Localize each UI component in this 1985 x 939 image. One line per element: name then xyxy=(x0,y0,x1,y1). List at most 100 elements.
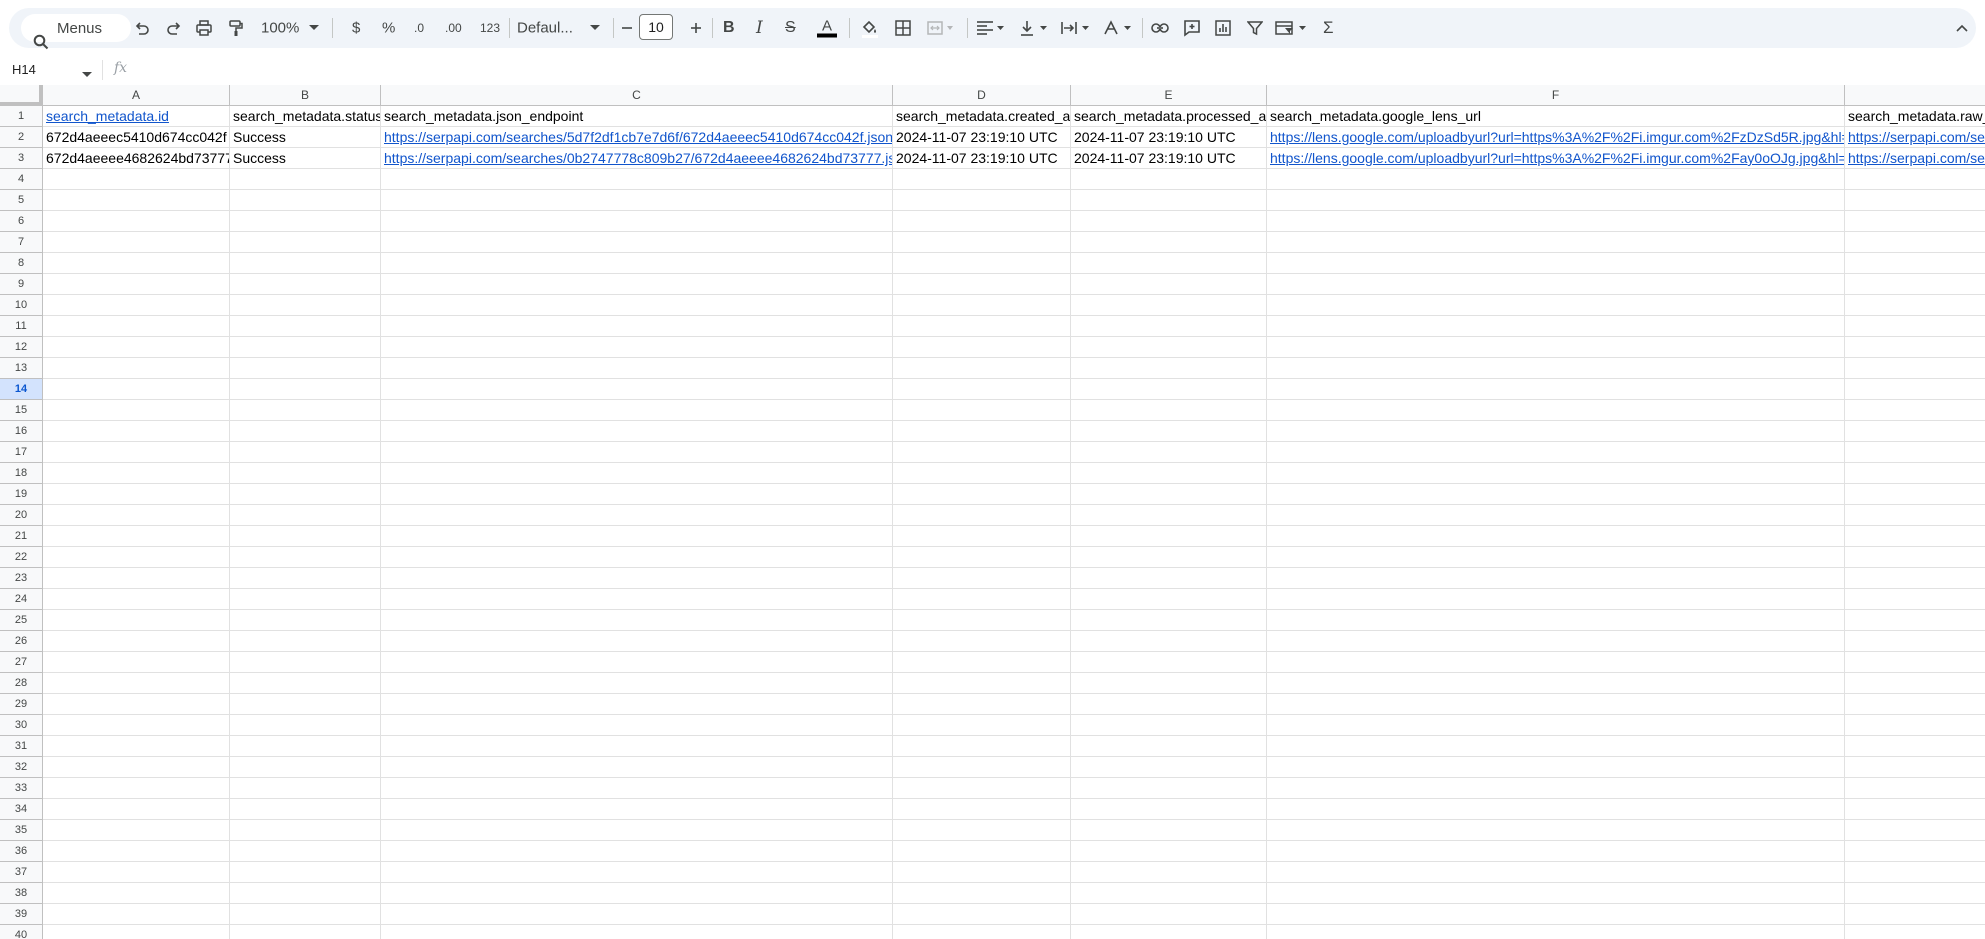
cell[interactable] xyxy=(1071,673,1267,694)
cell[interactable] xyxy=(43,421,230,442)
cell[interactable] xyxy=(381,715,893,736)
cell[interactable] xyxy=(1071,358,1267,379)
cell[interactable] xyxy=(1267,316,1845,337)
cell[interactable] xyxy=(230,190,381,211)
cell[interactable] xyxy=(1845,169,1985,190)
cell[interactable] xyxy=(1071,925,1267,939)
cell[interactable] xyxy=(230,925,381,939)
cell[interactable] xyxy=(1267,274,1845,295)
cell[interactable] xyxy=(230,757,381,778)
cell[interactable] xyxy=(1071,736,1267,757)
cell[interactable] xyxy=(1845,526,1985,547)
cell[interactable] xyxy=(230,631,381,652)
cell[interactable] xyxy=(1267,631,1845,652)
cell[interactable] xyxy=(893,316,1071,337)
cell[interactable] xyxy=(1071,400,1267,421)
increase-font-size-icon[interactable] xyxy=(690,22,702,34)
cell[interactable] xyxy=(381,757,893,778)
cell[interactable] xyxy=(230,211,381,232)
cell[interactable] xyxy=(1845,841,1985,862)
zoom-select[interactable]: 100% xyxy=(261,20,299,37)
cell[interactable] xyxy=(1845,505,1985,526)
cell[interactable] xyxy=(1845,673,1985,694)
cell[interactable] xyxy=(230,736,381,757)
undo-icon[interactable] xyxy=(133,19,151,37)
cell[interactable]: https://serpapi.com/sea xyxy=(1845,127,1985,148)
cell[interactable] xyxy=(1071,631,1267,652)
column-header-E[interactable]: E xyxy=(1071,85,1267,106)
cell[interactable] xyxy=(1845,820,1985,841)
row-header[interactable]: 32 xyxy=(0,757,43,778)
cell[interactable] xyxy=(1267,526,1845,547)
column-header-A[interactable]: A xyxy=(43,85,230,106)
cell[interactable] xyxy=(230,547,381,568)
cell[interactable] xyxy=(1071,841,1267,862)
row-header[interactable]: 11 xyxy=(0,316,43,337)
cell[interactable] xyxy=(43,505,230,526)
cell[interactable] xyxy=(230,526,381,547)
text-rotation-icon[interactable] xyxy=(1103,20,1133,36)
cell[interactable]: https://serpapi.com/sea xyxy=(1845,148,1985,169)
cell[interactable] xyxy=(1845,610,1985,631)
cell[interactable]: https://serpapi.com/searches/0b2747778c8… xyxy=(381,148,893,169)
filter-icon[interactable] xyxy=(1247,20,1263,36)
column-header-F[interactable]: F xyxy=(1267,85,1845,106)
cell[interactable] xyxy=(43,379,230,400)
fill-color-icon[interactable] xyxy=(860,18,880,38)
bold-icon[interactable]: B xyxy=(723,19,735,37)
cell[interactable] xyxy=(893,673,1071,694)
row-header[interactable]: 37 xyxy=(0,862,43,883)
cell[interactable] xyxy=(43,316,230,337)
print-icon[interactable] xyxy=(195,19,213,37)
cell[interactable]: search_metadata.json_endpoint xyxy=(381,106,893,127)
cell[interactable] xyxy=(1267,232,1845,253)
cell[interactable] xyxy=(893,589,1071,610)
cell[interactable] xyxy=(1845,904,1985,925)
cell[interactable] xyxy=(1267,442,1845,463)
cell[interactable] xyxy=(381,190,893,211)
column-header-C[interactable]: C xyxy=(381,85,893,106)
cell[interactable] xyxy=(43,568,230,589)
functions-icon[interactable]: Σ xyxy=(1323,18,1334,38)
cell[interactable] xyxy=(230,442,381,463)
cell[interactable] xyxy=(381,841,893,862)
cell[interactable] xyxy=(1071,589,1267,610)
row-header[interactable]: 4 xyxy=(0,169,43,190)
cell[interactable] xyxy=(1267,757,1845,778)
cell[interactable] xyxy=(1071,211,1267,232)
cell[interactable] xyxy=(893,904,1071,925)
cell[interactable] xyxy=(1845,337,1985,358)
cell[interactable]: search_metadata.created_at xyxy=(893,106,1071,127)
cell[interactable] xyxy=(1071,757,1267,778)
cell[interactable] xyxy=(1071,337,1267,358)
cell[interactable] xyxy=(381,694,893,715)
cell[interactable] xyxy=(1845,232,1985,253)
cell[interactable] xyxy=(1845,400,1985,421)
cell[interactable] xyxy=(381,589,893,610)
cell[interactable] xyxy=(381,673,893,694)
cell[interactable] xyxy=(230,169,381,190)
cell[interactable] xyxy=(230,484,381,505)
cell[interactable]: search_metadata.raw_ xyxy=(1845,106,1985,127)
cell[interactable] xyxy=(43,547,230,568)
cell[interactable] xyxy=(1845,484,1985,505)
cell[interactable] xyxy=(381,484,893,505)
cell[interactable] xyxy=(43,820,230,841)
cell[interactable] xyxy=(893,211,1071,232)
cell[interactable] xyxy=(1845,316,1985,337)
formula-input[interactable] xyxy=(140,60,1970,80)
cell[interactable]: 672d4aeeec5410d674cc042f xyxy=(43,127,230,148)
cell[interactable] xyxy=(1845,757,1985,778)
row-header[interactable]: 9 xyxy=(0,274,43,295)
cell[interactable] xyxy=(1267,673,1845,694)
cell[interactable] xyxy=(230,463,381,484)
cell[interactable] xyxy=(893,841,1071,862)
cell[interactable] xyxy=(381,211,893,232)
cell[interactable] xyxy=(1267,715,1845,736)
cell[interactable] xyxy=(893,925,1071,939)
row-header[interactable]: 17 xyxy=(0,442,43,463)
cell[interactable] xyxy=(893,358,1071,379)
row-header[interactable]: 30 xyxy=(0,715,43,736)
cell[interactable] xyxy=(893,505,1071,526)
cell[interactable] xyxy=(230,904,381,925)
